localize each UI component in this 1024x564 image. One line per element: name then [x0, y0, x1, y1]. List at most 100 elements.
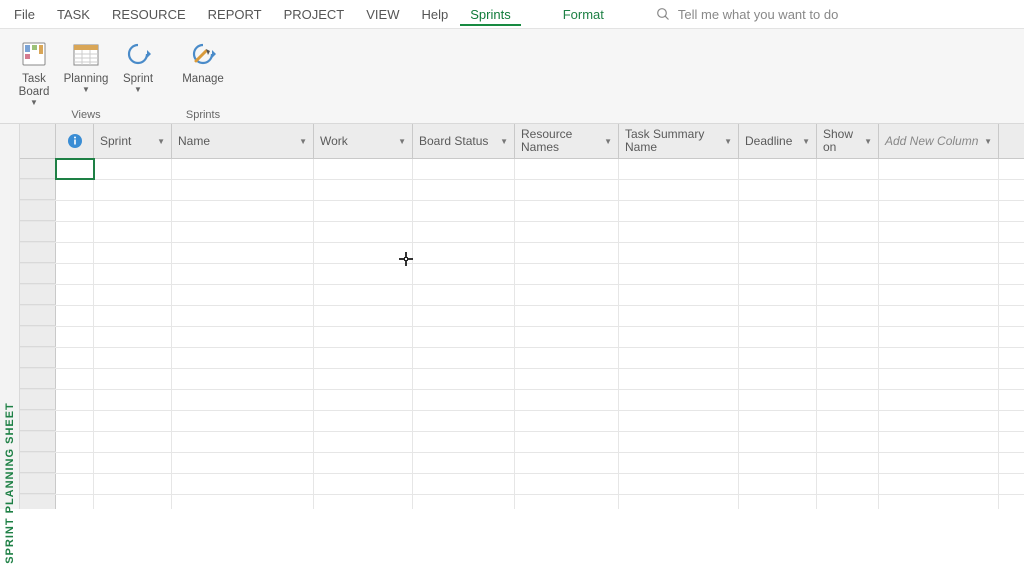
cell[interactable] — [172, 201, 314, 221]
cell[interactable] — [172, 285, 314, 305]
cell[interactable] — [739, 180, 817, 200]
cell[interactable] — [94, 159, 172, 179]
cell[interactable] — [94, 222, 172, 242]
cell[interactable] — [619, 222, 739, 242]
cell[interactable] — [619, 264, 739, 284]
cell[interactable] — [515, 348, 619, 368]
cell[interactable] — [172, 348, 314, 368]
cell[interactable] — [56, 390, 94, 410]
cell[interactable] — [817, 201, 879, 221]
cell[interactable] — [817, 453, 879, 473]
cell[interactable] — [619, 306, 739, 326]
col-resource-names[interactable]: Resource Names▼ — [515, 124, 619, 158]
cell[interactable] — [515, 390, 619, 410]
row-header[interactable] — [20, 453, 56, 473]
cell[interactable] — [879, 159, 999, 179]
tell-me-search[interactable]: Tell me what you want to do — [656, 7, 838, 22]
cell[interactable] — [314, 285, 413, 305]
row-header[interactable] — [20, 390, 56, 410]
cell[interactable] — [413, 264, 515, 284]
cell[interactable] — [515, 159, 619, 179]
cell[interactable] — [413, 453, 515, 473]
cell[interactable] — [817, 306, 879, 326]
cell[interactable] — [56, 495, 94, 509]
cell[interactable] — [515, 285, 619, 305]
cell[interactable] — [619, 390, 739, 410]
row-header[interactable] — [20, 474, 56, 494]
cell[interactable] — [619, 243, 739, 263]
col-info[interactable] — [56, 124, 94, 158]
row-header[interactable] — [20, 369, 56, 389]
cell[interactable] — [413, 327, 515, 347]
col-deadline[interactable]: Deadline▼ — [739, 124, 817, 158]
cell[interactable] — [413, 348, 515, 368]
cell[interactable] — [56, 222, 94, 242]
cell[interactable] — [314, 390, 413, 410]
cell[interactable] — [94, 348, 172, 368]
cell[interactable] — [413, 285, 515, 305]
cell[interactable] — [739, 348, 817, 368]
menu-help[interactable]: Help — [411, 3, 458, 26]
cell[interactable] — [619, 180, 739, 200]
table-row[interactable] — [20, 390, 1024, 411]
planning-button[interactable]: Planning ▼ — [60, 35, 112, 109]
cell[interactable] — [172, 369, 314, 389]
cell[interactable] — [314, 348, 413, 368]
cell[interactable] — [739, 327, 817, 347]
cell[interactable] — [879, 222, 999, 242]
cell[interactable] — [56, 369, 94, 389]
cell[interactable] — [94, 306, 172, 326]
cell[interactable] — [172, 159, 314, 179]
cell[interactable] — [619, 159, 739, 179]
cell[interactable] — [413, 180, 515, 200]
cell[interactable] — [817, 327, 879, 347]
cell[interactable] — [413, 201, 515, 221]
cell[interactable] — [619, 453, 739, 473]
cell[interactable] — [314, 306, 413, 326]
grid-body[interactable] — [20, 159, 1024, 509]
cell[interactable] — [94, 180, 172, 200]
cell[interactable] — [413, 243, 515, 263]
table-row[interactable] — [20, 411, 1024, 432]
cell[interactable] — [739, 432, 817, 452]
col-show-on[interactable]: Show on▼ — [817, 124, 879, 158]
cell[interactable] — [817, 348, 879, 368]
cell[interactable] — [172, 474, 314, 494]
menu-project[interactable]: PROJECT — [274, 3, 355, 26]
cell[interactable] — [817, 390, 879, 410]
cell[interactable] — [739, 474, 817, 494]
cell[interactable] — [739, 243, 817, 263]
cell[interactable] — [739, 201, 817, 221]
cell[interactable] — [515, 201, 619, 221]
cell[interactable] — [413, 390, 515, 410]
col-work[interactable]: Work▼ — [314, 124, 413, 158]
cell[interactable] — [879, 432, 999, 452]
cell[interactable] — [515, 474, 619, 494]
row-header[interactable] — [20, 159, 56, 179]
table-row[interactable] — [20, 369, 1024, 390]
row-header[interactable] — [20, 327, 56, 347]
cell[interactable] — [817, 159, 879, 179]
menu-format[interactable]: Format — [553, 3, 614, 26]
cell[interactable] — [314, 264, 413, 284]
cell[interactable] — [314, 222, 413, 242]
table-row[interactable] — [20, 306, 1024, 327]
col-task-summary-name[interactable]: Task Summary Name▼ — [619, 124, 739, 158]
menu-sprints[interactable]: Sprints — [460, 3, 520, 26]
cell[interactable] — [739, 285, 817, 305]
row-header[interactable] — [20, 180, 56, 200]
cell[interactable] — [172, 306, 314, 326]
cell[interactable] — [817, 222, 879, 242]
row-header[interactable] — [20, 222, 56, 242]
cell[interactable] — [619, 474, 739, 494]
cell[interactable] — [94, 243, 172, 263]
cell[interactable] — [413, 495, 515, 509]
task-board-button[interactable]: Task Board ▼ — [8, 35, 60, 109]
menu-report[interactable]: REPORT — [198, 3, 272, 26]
table-row[interactable] — [20, 243, 1024, 264]
cell[interactable] — [739, 390, 817, 410]
row-header[interactable] — [20, 243, 56, 263]
cell[interactable] — [94, 201, 172, 221]
cell[interactable] — [739, 369, 817, 389]
cell[interactable] — [879, 390, 999, 410]
